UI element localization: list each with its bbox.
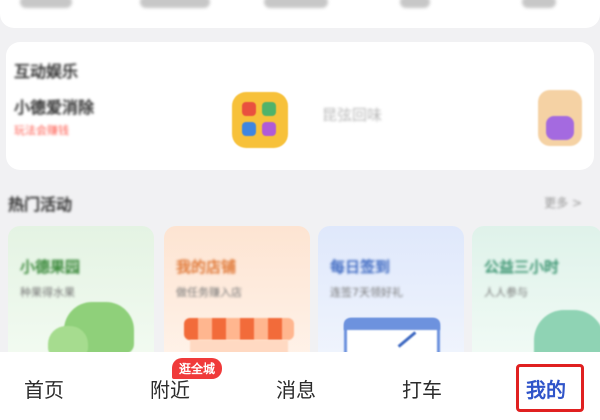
- event-card[interactable]: 每日签到 连签7天领好礼: [318, 226, 464, 366]
- more-link[interactable]: 更多 >: [544, 194, 582, 211]
- shortcut-label[interactable]: [522, 0, 556, 8]
- shortcut-label[interactable]: [264, 0, 328, 8]
- event-title: 小德果园: [20, 258, 81, 276]
- event-title: 每日签到: [330, 258, 391, 276]
- event-card[interactable]: 公益三小时 人人参与: [472, 226, 600, 366]
- shortcut-label[interactable]: [400, 0, 430, 8]
- game-name[interactable]: 小德爱消除: [14, 94, 94, 118]
- event-subtitle: 人人参与: [484, 286, 528, 299]
- tab-mine-highlight-box: [516, 364, 584, 412]
- tab-messages[interactable]: 消息: [276, 374, 316, 403]
- section-title: 热门活动: [8, 195, 73, 214]
- game-subtitle: 玩法会赚钱: [14, 124, 69, 137]
- nearby-badge: 逛全城: [172, 358, 223, 379]
- shortcut-label[interactable]: [140, 0, 210, 8]
- event-title: 我的店铺: [176, 258, 237, 276]
- tab-taxi[interactable]: 打车: [402, 374, 442, 403]
- character-game-icon[interactable]: [538, 90, 582, 146]
- tab-home[interactable]: 首页: [24, 374, 64, 403]
- shortcut-label[interactable]: [20, 0, 72, 8]
- event-subtitle: 种果得水果: [20, 286, 75, 299]
- section-title: 互动娱乐: [14, 62, 79, 81]
- top-shortcut-row: [0, 0, 600, 28]
- shop-awning-icon: [184, 318, 294, 340]
- bottom-tab-bar: 首页 附近 消息 打车 我的: [0, 352, 600, 420]
- game-name[interactable]: 昆弦回味: [322, 104, 382, 125]
- event-card[interactable]: 我的店铺 做任务赚入店: [164, 226, 310, 366]
- event-title: 公益三小时: [484, 258, 560, 276]
- interactive-entertainment-card: 互动娱乐 小德爱消除 玩法会赚钱 昆弦回味: [6, 42, 594, 170]
- puzzle-tiles-icon[interactable]: [232, 92, 288, 148]
- event-card[interactable]: 小德果园 种果得水果: [8, 226, 154, 366]
- event-subtitle: 做任务赚入店: [176, 286, 242, 299]
- event-subtitle: 连签7天领好礼: [330, 286, 403, 299]
